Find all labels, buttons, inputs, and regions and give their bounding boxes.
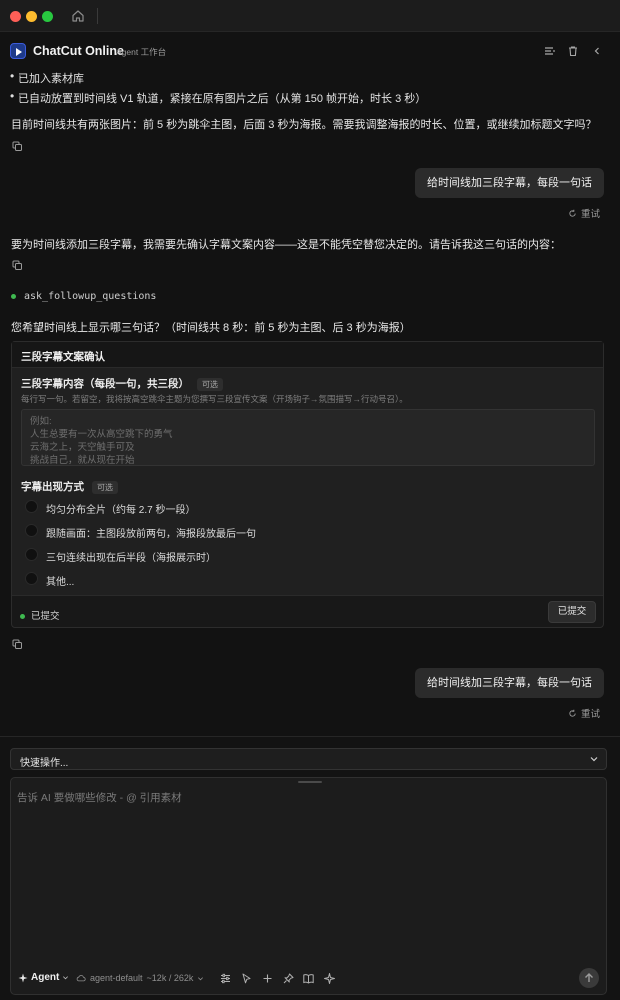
chevron-down-icon — [198, 976, 204, 980]
radio-button[interactable] — [25, 572, 38, 585]
send-button[interactable] — [579, 968, 599, 988]
user-message-bubble: 给时间线加三段字幕，每段一句话 — [415, 168, 604, 198]
zoom-window-button[interactable] — [42, 11, 53, 22]
radio-button[interactable] — [25, 500, 38, 513]
radio-option-label[interactable]: 均匀分布全片（约每 2.7 秒一段） — [46, 501, 195, 516]
plus-icon[interactable] — [261, 972, 274, 985]
tool-status-dot — [11, 293, 16, 299]
assistant-message: 要为时间线添加三段字幕，我需要先确认字幕文案内容——这是不能凭空替您决定的。请告… — [11, 239, 561, 251]
submission-status: 已提交 — [20, 608, 60, 622]
quick-actions-label: 快速操作... — [20, 758, 69, 769]
radio-option-label[interactable]: 三句连续出现在后半段（海报展示时） — [46, 549, 216, 564]
collapse-panel-icon[interactable] — [590, 44, 604, 58]
app-header: ChatCut Online Agent 工作台 — [0, 32, 620, 70]
optional-badge: 可选 — [92, 480, 118, 494]
quick-actions-select[interactable]: 快速操作... — [10, 748, 607, 770]
copy-icon[interactable] — [12, 141, 23, 152]
user-message-bubble: 给时间线加三段字幕，每段一句话 — [415, 668, 604, 698]
card-title: 三段字幕文案确认 — [21, 351, 105, 363]
radio-button[interactable] — [25, 524, 38, 537]
copy-icon[interactable] — [12, 639, 23, 650]
magic-sparkle-icon[interactable] — [323, 972, 336, 985]
status-dot — [20, 613, 25, 619]
message-input[interactable]: 告诉 AI 要做哪些修改 - @ 引用素材 — [17, 790, 182, 805]
question-intro: 您希望时间线上显示哪三句话？（时间线共 8 秒：前 5 秒为主图、后 3 秒为海… — [11, 322, 411, 334]
radio-option-label[interactable]: 其他... — [46, 573, 74, 588]
titlebar-divider — [97, 8, 98, 24]
retry-label: 重试 — [580, 209, 600, 220]
retry-button[interactable]: 重试 — [568, 206, 600, 220]
chevron-down-icon — [63, 976, 69, 980]
app-subtitle: Agent 工作台 — [116, 47, 167, 57]
optional-badge: 可选 — [197, 377, 223, 391]
minimize-window-button[interactable] — [26, 11, 37, 22]
app-logo-icon — [10, 43, 26, 59]
sparkle-icon — [18, 973, 28, 982]
question-label: 三段字幕内容（每段一句，共三段） 可选 — [21, 376, 223, 391]
trash-icon[interactable] — [566, 44, 580, 58]
tool-call-indicator[interactable]: ask_followup_questions — [11, 291, 156, 302]
close-window-button[interactable] — [10, 11, 21, 22]
card-footer: 已提交 已提交 — [12, 595, 603, 629]
book-icon[interactable] — [302, 972, 315, 985]
cursor-icon[interactable] — [240, 972, 253, 985]
question-label: 字幕出现方式 可选 — [21, 479, 118, 494]
retry-button[interactable]: 重试 — [568, 706, 600, 720]
question-hint: 每行写一句。若留空，我将按高空跳伞主题为您撰写三段宣传文案（开场钩子→氛围描写→… — [21, 394, 408, 404]
retry-label: 重试 — [580, 709, 600, 720]
input-panel: 快速操作... 告诉 AI 要做哪些修改 - @ 引用素材 Agent agen… — [0, 736, 620, 1000]
status-text: 已提交 — [31, 611, 60, 622]
retry-icon — [569, 709, 576, 717]
list-item: 已加入素材库 — [10, 70, 84, 86]
message-composer[interactable]: 告诉 AI 要做哪些修改 - @ 引用素材 Agent agent-defaul… — [10, 777, 607, 995]
submitted-button[interactable]: 已提交 — [548, 601, 596, 623]
home-icon[interactable] — [70, 8, 86, 24]
composer-toolbar: Agent agent-default ~12k / 262k — [11, 964, 606, 992]
agent-mode-label: Agent — [31, 972, 60, 983]
followup-question-card: 三段字幕文案确认 三段字幕内容（每段一句，共三段） 可选 每行写一句。若留空，我将… — [11, 341, 604, 628]
app-title: ChatCut Online — [33, 44, 124, 58]
pin-icon[interactable] — [282, 972, 295, 985]
retry-icon — [569, 209, 576, 217]
list-icon[interactable] — [542, 44, 556, 58]
context-usage: ~12k / 262k — [146, 973, 194, 983]
chat-transcript: 已加入素材库 已自动放置到时间线 V1 轨道，紧接在原有图片之后（从第 150 … — [0, 70, 620, 736]
tool-call-name: ask_followup_questions — [24, 291, 157, 302]
question-text: 字幕出现方式 — [21, 481, 84, 493]
radio-button[interactable] — [25, 548, 38, 561]
sliders-icon[interactable] — [219, 972, 232, 985]
model-label: agent-default — [90, 973, 143, 983]
card-header: 三段字幕文案确认 — [12, 342, 603, 368]
resize-handle[interactable] — [298, 781, 322, 783]
copy-icon[interactable] — [12, 260, 23, 271]
cloud-icon — [76, 975, 86, 982]
assistant-message: 目前时间线共有两张图片：前 5 秒为跳伞主图，后面 3 秒为海报。需要我调整海报… — [11, 119, 597, 131]
model-select[interactable]: agent-default ~12k / 262k — [76, 973, 204, 983]
agent-mode-select[interactable]: Agent — [18, 972, 69, 983]
window-titlebar — [0, 0, 620, 32]
question-text: 三段字幕内容（每段一句，共三段） — [21, 378, 189, 390]
chevron-down-icon — [590, 757, 598, 762]
arrow-up-icon — [585, 973, 593, 982]
list-item: 已自动放置到时间线 V1 轨道，紧接在原有图片之后（从第 150 帧开始，时长 … — [10, 89, 426, 106]
radio-option-label[interactable]: 跟随画面：主图段放前两句，海报段放最后一句 — [46, 525, 256, 540]
subtitles-textarea[interactable]: 例如: 人生总要有一次从高空跳下的勇气 云海之上，天空触手可及 挑战自己，就从现… — [21, 409, 595, 466]
